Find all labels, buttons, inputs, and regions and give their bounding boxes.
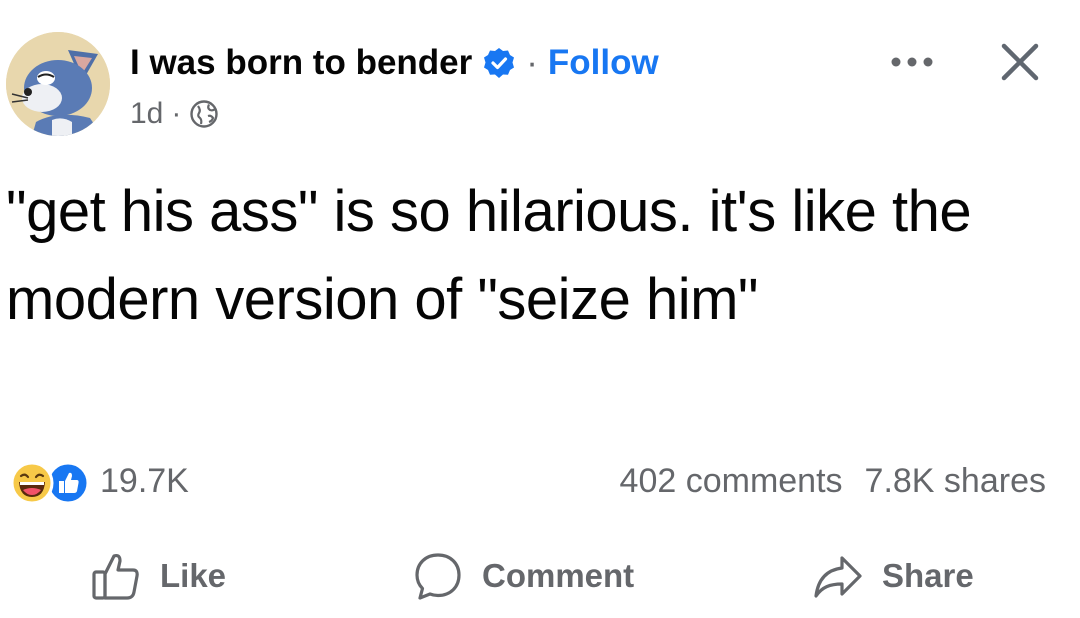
avatar[interactable] (6, 32, 110, 136)
comment-bubble-icon (415, 553, 461, 600)
meta-separator: · (171, 97, 182, 130)
post-header: I was born to bender · Follow 1d · (0, 0, 1080, 150)
reaction-icons[interactable] (8, 461, 100, 505)
like-label: Like (160, 557, 227, 594)
reaction-count[interactable]: 19.7K (100, 462, 189, 501)
share-arrow-icon (814, 556, 862, 598)
haha-reaction-icon (10, 461, 54, 505)
like-button[interactable]: Like (90, 546, 226, 606)
verified-badge-icon (482, 46, 516, 80)
thumbs-up-icon (92, 553, 139, 600)
comment-button[interactable]: Comment (412, 546, 634, 606)
shares-count[interactable]: 7.8K shares (865, 462, 1046, 501)
post-time[interactable]: 1d (130, 97, 163, 131)
like-reaction-icon (46, 461, 90, 505)
author-line: I was born to bender · Follow (130, 40, 659, 86)
author-name[interactable]: I was born to bender (130, 43, 472, 83)
post-meta: 1d · (130, 94, 219, 134)
engagement-counts: 402 comments 7.8K shares (620, 462, 1046, 501)
post-body-text: "get his ass" is so hilarious. it's like… (6, 179, 972, 332)
share-label: Share (882, 557, 974, 594)
comment-label: Comment (482, 557, 635, 594)
action-bar: Like Comment Share (0, 540, 1080, 612)
share-button[interactable]: Share (812, 546, 974, 606)
tom-cat-avatar-image (6, 32, 110, 136)
more-options-icon[interactable] (884, 50, 940, 74)
globe-icon[interactable] (189, 99, 219, 129)
header-separator: · (526, 43, 538, 82)
comments-count[interactable]: 402 comments (620, 462, 843, 501)
follow-button[interactable]: Follow (548, 43, 659, 83)
post-stats: 19.7K 402 comments 7.8K shares (0, 455, 1080, 511)
close-icon[interactable] (996, 38, 1044, 86)
